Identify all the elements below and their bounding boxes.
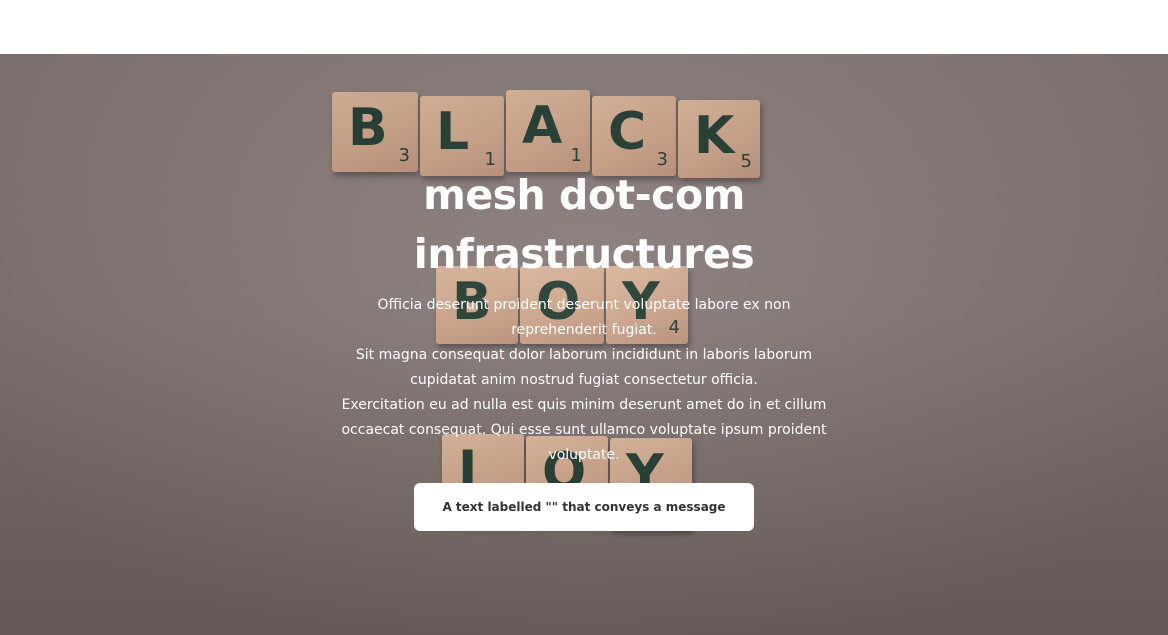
hero-description: Officia deserunt proident deserunt volup… xyxy=(334,293,834,468)
hero-cta-button[interactable]: A text labelled "" that conveys a messag… xyxy=(414,483,754,531)
hero-section: B 3 L 1 A 1 C 3 K 5 B O Y 4 xyxy=(0,54,1168,635)
hero-description-line: Sit magna consequat dolor laborum incidi… xyxy=(355,347,813,388)
hero-description-line: Exercitation eu ad nulla est quis minim … xyxy=(341,397,827,463)
top-navigation-bar xyxy=(0,0,1168,54)
hero-description-line: Officia deserunt proident deserunt volup… xyxy=(377,297,791,338)
hero-title: mesh dot-com infrastructures xyxy=(413,171,755,278)
hero-content: mesh dot-com infrastructures Officia des… xyxy=(334,166,834,531)
